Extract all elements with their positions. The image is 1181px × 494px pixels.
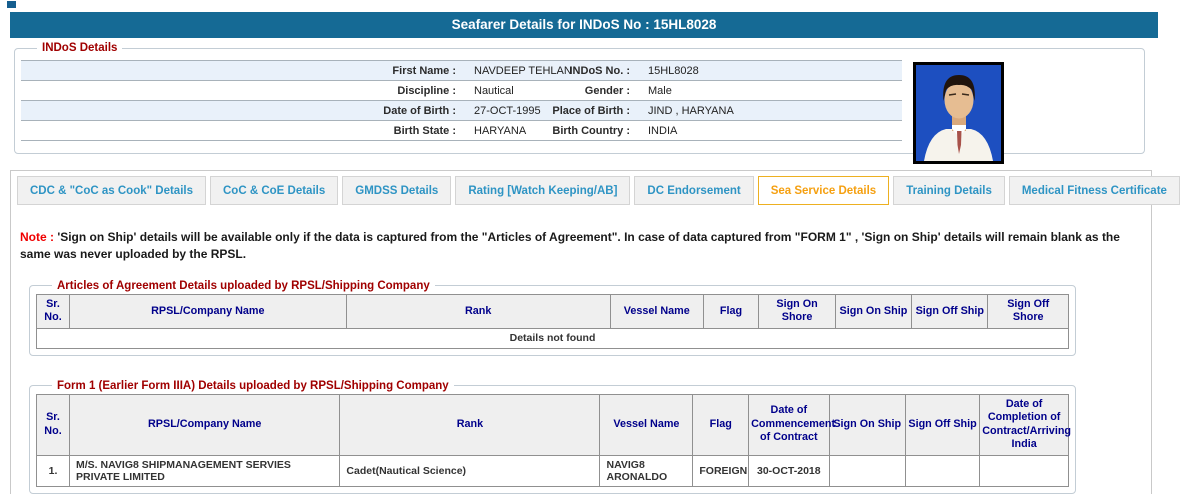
cell-sign-off-ship	[905, 455, 979, 486]
col-sign-on-ship: Sign On Ship	[835, 294, 911, 328]
corner-mark	[7, 1, 16, 8]
col-sign-on-shore: Sign On Shore	[759, 294, 835, 328]
cell-date-completion	[980, 455, 1069, 486]
cell-date-commencement: 30-OCT-2018	[749, 455, 829, 486]
cell-rank: Cadet(Nautical Science)	[340, 455, 600, 486]
tab-strip: CDC & "CoC as Cook" Details CoC & CoE De…	[11, 171, 1151, 205]
discipline-value: Nautical	[464, 85, 534, 97]
birth-country-label: Birth Country :	[534, 125, 638, 137]
gender-label: Gender :	[534, 85, 638, 97]
col-sr-no: Sr. No.	[37, 394, 70, 455]
form1-legend: Form 1 (Earlier Form IIIA) Details uploa…	[52, 380, 454, 392]
date-of-birth-value: 27-OCT-1995	[464, 105, 534, 117]
cell-sr-no: 1.	[37, 455, 70, 486]
tab-dc-endorsement[interactable]: DC Endorsement	[634, 176, 753, 205]
tab-rating-watch-keeping-ab[interactable]: Rating [Watch Keeping/AB]	[455, 176, 630, 205]
tab-training-details[interactable]: Training Details	[893, 176, 1005, 205]
form1-header-row: Sr. No. RPSL/Company Name Rank Vessel Na…	[37, 394, 1069, 455]
indos-details-legend: INDoS Details	[37, 42, 122, 54]
col-sign-off-ship: Sign Off Ship	[912, 294, 988, 328]
col-sr-no: Sr. No.	[37, 294, 70, 328]
cell-sign-on-ship	[829, 455, 905, 486]
articles-empty-row: Details not found	[37, 328, 1069, 348]
form1-table: Sr. No. RPSL/Company Name Rank Vessel Na…	[36, 394, 1069, 487]
col-date-commencement: Date of Commencement of Contract	[749, 394, 829, 455]
page-title: Seafarer Details for INDoS No : 15HL8028	[10, 12, 1158, 38]
first-name-value: NAVDEEP TEHLAN	[464, 65, 534, 77]
info-row-name: First Name : NAVDEEP TEHLAN INDoS No. : …	[21, 61, 902, 81]
indos-details-section: INDoS Details First Name : NAVDEEP TEHLA…	[14, 42, 1145, 154]
articles-of-agreement-section: Articles of Agreement Details uploaded b…	[29, 280, 1076, 356]
col-vessel-name: Vessel Name	[600, 394, 693, 455]
indos-no-label: INDoS No. :	[534, 65, 638, 77]
articles-legend: Articles of Agreement Details uploaded b…	[52, 280, 435, 292]
articles-table: Sr. No. RPSL/Company Name Rank Vessel Na…	[36, 294, 1069, 349]
birth-state-value: HARYANA	[464, 125, 534, 137]
birth-state-label: Birth State :	[21, 125, 464, 137]
gender-value: Male	[638, 85, 902, 97]
col-vessel-name: Vessel Name	[610, 294, 703, 328]
date-of-birth-label: Date of Birth :	[21, 105, 464, 117]
cell-company-name: M/S. NAVIG8 SHIPMANAGEMENT SERVIES PRIVA…	[70, 455, 340, 486]
portrait-image	[916, 65, 1001, 161]
cell-vessel-name: NAVIG8 ARONALDO	[600, 455, 693, 486]
tab-sea-service-details[interactable]: Sea Service Details	[758, 176, 890, 205]
tab-coc-coe-details[interactable]: CoC & CoE Details	[210, 176, 338, 205]
form1-data-row: 1. M/S. NAVIG8 SHIPMANAGEMENT SERVIES PR…	[37, 455, 1069, 486]
articles-header-row: Sr. No. RPSL/Company Name Rank Vessel Na…	[37, 294, 1069, 328]
indos-no-value: 15HL8028	[638, 65, 902, 77]
place-of-birth-label: Place of Birth :	[534, 105, 638, 117]
col-rank: Rank	[340, 394, 600, 455]
col-rpsl-company: RPSL/Company Name	[70, 294, 347, 328]
form1-section: Form 1 (Earlier Form IIIA) Details uploa…	[29, 380, 1076, 494]
col-rpsl-company: RPSL/Company Name	[70, 394, 340, 455]
col-date-completion: Date of Completion of Contract/Arriving …	[980, 394, 1069, 455]
indos-info-table: First Name : NAVDEEP TEHLAN INDoS No. : …	[21, 60, 902, 141]
note-prefix: Note :	[20, 230, 54, 244]
discipline-label: Discipline :	[21, 85, 464, 97]
info-row-discipline: Discipline : Nautical Gender : Male	[21, 81, 902, 101]
col-flag: Flag	[693, 394, 749, 455]
col-flag: Flag	[703, 294, 759, 328]
info-row-state: Birth State : HARYANA Birth Country : IN…	[21, 121, 902, 141]
tab-medical-fitness-certificate[interactable]: Medical Fitness Certificate	[1009, 176, 1180, 205]
col-sign-off-shore: Sign Off Shore	[988, 294, 1069, 328]
sign-on-ship-note: Note : 'Sign on Ship' details will be av…	[20, 229, 1141, 264]
birth-country-value: INDIA	[638, 125, 902, 137]
note-text: 'Sign on Ship' details will be available…	[20, 230, 1120, 261]
details-not-found-message: Details not found	[37, 328, 1069, 348]
col-rank: Rank	[346, 294, 610, 328]
col-sign-off-ship: Sign Off Ship	[905, 394, 979, 455]
col-sign-on-ship: Sign On Ship	[829, 394, 905, 455]
sea-service-panel: CDC & "CoC as Cook" Details CoC & CoE De…	[10, 170, 1152, 494]
seafarer-photo	[913, 62, 1004, 164]
tab-gmdss-details[interactable]: GMDSS Details	[342, 176, 451, 205]
info-row-birth: Date of Birth : 27-OCT-1995 Place of Bir…	[21, 101, 902, 121]
cell-flag: FOREIGN	[693, 455, 749, 486]
first-name-label: First Name :	[21, 65, 464, 77]
tab-cdc-coc-as-cook-details[interactable]: CDC & "CoC as Cook" Details	[17, 176, 206, 205]
place-of-birth-value: JIND , HARYANA	[638, 105, 902, 117]
